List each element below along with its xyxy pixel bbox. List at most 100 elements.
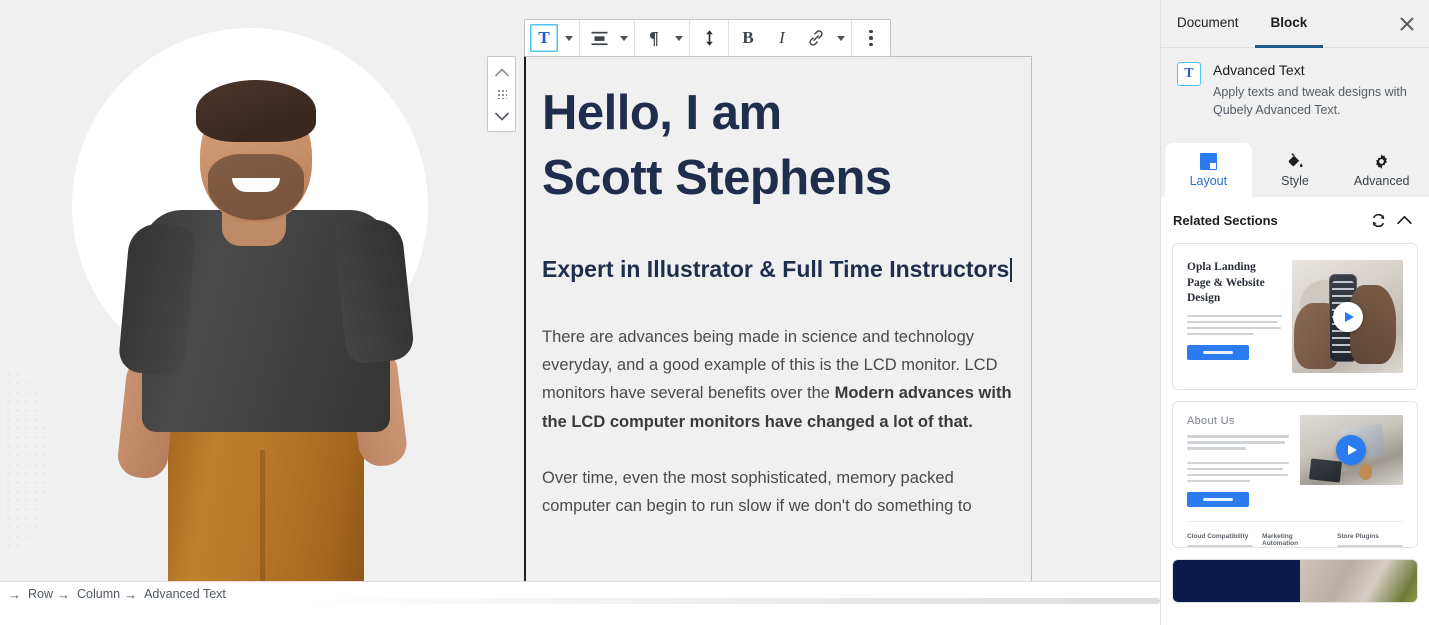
- related-sections-title: Related Sections: [1173, 212, 1278, 228]
- template-2-heading: About Us: [1187, 415, 1235, 428]
- template-1-play-icon[interactable]: [1332, 301, 1363, 332]
- selected-block-advanced-text[interactable]: Hello, I am Scott Stephens Expert in Ill…: [524, 56, 1032, 606]
- block-info-title: Advanced Text: [1213, 62, 1305, 78]
- heading-line-1: Hello, I am: [542, 86, 782, 140]
- link-button[interactable]: [799, 20, 833, 56]
- bold-button[interactable]: B: [731, 20, 765, 56]
- toolbar-group-formatting: B I: [729, 20, 852, 56]
- hero-left-column: [0, 0, 500, 606]
- paragraph-1: There are advances being made in science…: [542, 323, 1015, 437]
- block-info-text: Advanced Text Apply texts and tweak desi…: [1213, 62, 1413, 119]
- breadcrumb-item-column[interactable]: Column: [77, 587, 120, 601]
- breadcrumb-arrow-3: →: [124, 586, 138, 602]
- portrait-photo: [72, 28, 428, 606]
- template-1-cta-button: [1187, 345, 1249, 361]
- template-2-top-row: About Us: [1187, 415, 1403, 508]
- template-2-feature-3: Store Plugins: [1337, 533, 1403, 548]
- template-card-third-partial[interactable]: [1172, 559, 1418, 604]
- layout-square-icon: [1199, 152, 1217, 170]
- portrait-smile: [232, 178, 280, 192]
- template-2-cta-button: [1187, 492, 1249, 508]
- portrait-hair: [196, 80, 316, 142]
- refresh-icon[interactable]: [1365, 207, 1391, 233]
- subtab-advanced-label: Advanced: [1353, 174, 1410, 189]
- more-options-button[interactable]: [854, 20, 888, 56]
- paragraph-2: Over time, even the most sophisticated, …: [542, 469, 972, 516]
- template-2-feature-3-title: Store Plugins: [1337, 533, 1379, 541]
- dot-pattern-decoration: [0, 370, 46, 550]
- tab-document[interactable]: Document: [1161, 0, 1255, 48]
- text-cursor: [1010, 258, 1012, 283]
- portrait-sleeve-left: [117, 221, 197, 377]
- template-preview-1: Opla Landing Page & Website Design: [1173, 244, 1417, 390]
- breadcrumb-item-row[interactable]: Row: [28, 587, 53, 601]
- kebab-menu-icon: [869, 29, 873, 47]
- block-editor-screen: T ¶ B I Hello, I am Scott Stephens Exper…: [0, 0, 1429, 625]
- template-2-play-icon[interactable]: [1336, 435, 1367, 466]
- advanced-text-block-icon: T: [1177, 62, 1201, 86]
- template-preview-2: About Us Cloud Compatibility Marketing A…: [1173, 402, 1417, 548]
- drag-dots-icon: [496, 89, 507, 99]
- gear-icon: [1373, 152, 1390, 170]
- move-up-button[interactable]: [490, 62, 514, 82]
- align-text-button[interactable]: [582, 20, 616, 56]
- block-mover-controls[interactable]: [487, 56, 516, 132]
- template-2-text-side: About Us: [1187, 415, 1289, 508]
- template-2-image: [1299, 415, 1403, 486]
- subheading[interactable]: Expert in Illustrator & Full Time Instru…: [542, 251, 1015, 288]
- block-info-panel: T Advanced Text Apply texts and tweak de…: [1161, 48, 1429, 135]
- block-toolbar[interactable]: T ¶ B I: [524, 19, 891, 57]
- template-card-opla-landing-page[interactable]: Opla Landing Page & Website Design: [1172, 243, 1418, 391]
- align-chevron-down-icon[interactable]: [616, 20, 632, 56]
- template-2-feature-columns: Cloud Compatibility Marketing Automation…: [1187, 521, 1403, 548]
- italic-button[interactable]: I: [765, 20, 799, 56]
- template-2-feature-2-title: Marketing Automation: [1262, 533, 1299, 548]
- subtab-layout-label: Layout: [1189, 174, 1228, 189]
- template-2-feature-1-title: Cloud Compatibility: [1187, 533, 1249, 541]
- block-type-advanced-text-button[interactable]: T: [530, 24, 558, 52]
- toolbar-group-block-type: T: [525, 20, 580, 56]
- portrait-sleeve-right: [332, 216, 416, 366]
- template-1-body-lines: [1187, 314, 1283, 336]
- toolbar-group-more: [852, 20, 890, 56]
- block-content: Hello, I am Scott Stephens Expert in Ill…: [526, 57, 1031, 531]
- close-sidebar-button[interactable]: [1391, 8, 1423, 40]
- breadcrumb-arrow-2: →: [57, 586, 71, 602]
- template-2-feature-2: Marketing Automation: [1262, 533, 1328, 548]
- block-info-description: Apply texts and tweak designs with Qubel…: [1213, 85, 1407, 118]
- related-sections-header: Related Sections: [1161, 197, 1429, 243]
- tab-block[interactable]: Block: [1254, 0, 1324, 48]
- template-2-tablet: [1308, 458, 1342, 483]
- toolbar-group-line-height: [690, 20, 729, 56]
- toolbar-group-paragraph: ¶: [635, 20, 690, 56]
- subtab-layout[interactable]: Layout: [1165, 143, 1252, 198]
- block-type-chevron-down-icon[interactable]: [561, 20, 577, 56]
- formatting-chevron-down-icon[interactable]: [833, 20, 849, 56]
- toolbar-group-align: [580, 20, 635, 56]
- template-2-cup: [1358, 464, 1372, 480]
- horizontal-scrollbar[interactable]: [300, 598, 1160, 604]
- heading-line-2: Scott Stephens: [542, 151, 892, 206]
- template-1-text-side: Opla Landing Page & Website Design: [1187, 260, 1283, 373]
- breadcrumb: → Row → Column → Advanced Text: [0, 581, 1160, 606]
- template-2-body-lines: [1187, 435, 1289, 483]
- subtab-style[interactable]: Style: [1252, 143, 1339, 197]
- sidebar-subtabs: Layout Style Advanced: [1161, 135, 1429, 198]
- line-height-button[interactable]: [692, 20, 726, 56]
- move-down-button[interactable]: [490, 106, 514, 126]
- settings-sidebar: Document Block T Advanced Text Apply tex…: [1160, 0, 1429, 625]
- template-3-dark-panel: [1173, 560, 1300, 603]
- subtab-advanced[interactable]: Advanced: [1338, 143, 1425, 197]
- template-card-about-us[interactable]: About Us Cloud Compatibility Marketing A…: [1172, 401, 1418, 549]
- block-drag-handle[interactable]: [490, 84, 514, 104]
- template-2-feature-1: Cloud Compatibility: [1187, 533, 1253, 548]
- paragraph-chevron-down-icon[interactable]: [671, 20, 687, 56]
- breadcrumb-arrow-1: →: [8, 586, 21, 602]
- paragraph-style-button[interactable]: ¶: [637, 20, 671, 56]
- template-preview-3: [1173, 560, 1417, 603]
- subheading-text: Expert in Illustrator & Full Time Instru…: [542, 256, 1010, 283]
- breadcrumb-item-advanced-text[interactable]: Advanced Text: [144, 587, 226, 601]
- template-1-heading: Opla Landing Page & Website Design: [1187, 261, 1265, 305]
- template-1-image: [1292, 260, 1403, 374]
- collapse-chevron-up-icon[interactable]: [1391, 207, 1417, 233]
